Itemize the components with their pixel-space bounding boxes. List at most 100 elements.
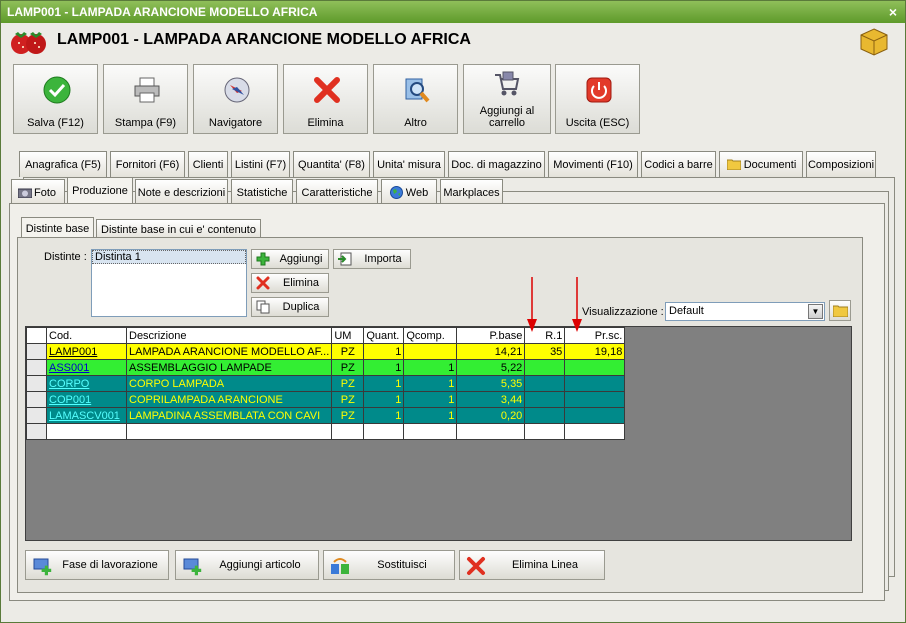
- cell-descrizione[interactable]: LAMPADINA ASSEMBLATA CON CAVI: [125, 407, 333, 424]
- col-quant[interactable]: Quant.: [363, 327, 405, 344]
- cell-r1[interactable]: [524, 391, 566, 408]
- navigator-button[interactable]: Navigatore: [193, 64, 278, 134]
- distinte-list[interactable]: Distinta 1: [91, 249, 247, 317]
- cell-cod[interactable]: ASS001: [46, 359, 127, 376]
- cell-pbase[interactable]: 3,44: [456, 391, 526, 408]
- tab-statistiche[interactable]: Statistiche: [231, 179, 293, 205]
- cell-um[interactable]: [331, 423, 365, 440]
- cell-um[interactable]: PZ: [331, 375, 365, 392]
- tab-composizioni[interactable]: Composizioni: [806, 151, 876, 177]
- cell-descrizione[interactable]: LAMPADA ARANCIONE MODELLO AF...: [125, 343, 333, 360]
- cell-qcomp[interactable]: 1: [403, 407, 458, 424]
- cell-qcomp[interactable]: 1: [403, 359, 458, 376]
- cell-prsc[interactable]: [564, 375, 626, 392]
- cell-quant[interactable]: 1: [363, 391, 405, 408]
- tab-produzione[interactable]: Produzione: [67, 177, 133, 205]
- cell-pbase[interactable]: 5,22: [456, 359, 526, 376]
- col-um[interactable]: UM: [331, 327, 365, 344]
- col-pbase[interactable]: P.base: [456, 327, 526, 344]
- cell-quant[interactable]: 1: [363, 375, 405, 392]
- exit-button[interactable]: Uscita (ESC): [555, 64, 640, 134]
- tab-fornitori[interactable]: Fornitori (F6): [110, 151, 185, 177]
- add-article-button[interactable]: Aggiungi articolo: [175, 550, 319, 580]
- cell-quant[interactable]: 1: [363, 359, 405, 376]
- table-row[interactable]: [26, 423, 626, 440]
- cell-descrizione[interactable]: ASSEMBLAGGIO LAMPADE: [125, 359, 333, 376]
- cell-quant[interactable]: 1: [363, 407, 405, 424]
- cell-r1[interactable]: [524, 423, 566, 440]
- cell-r1[interactable]: [524, 359, 566, 376]
- cell-r1[interactable]: [524, 375, 566, 392]
- delete-button[interactable]: Elimina: [283, 64, 368, 134]
- cell-quant[interactable]: [363, 423, 405, 440]
- col-cod[interactable]: Cod.: [46, 327, 127, 344]
- table-row[interactable]: COP001 COPRILAMPADA ARANCIONE PZ 1 1 3,44: [26, 391, 626, 408]
- tab-doc-magazzino[interactable]: Doc. di magazzino: [448, 151, 545, 177]
- table-row[interactable]: LAMP001 LAMPADA ARANCIONE MODELLO AF... PZ…: [26, 343, 626, 360]
- print-button[interactable]: Stampa (F9): [103, 64, 188, 134]
- tab-web[interactable]: Web: [381, 179, 437, 205]
- cell-prsc[interactable]: 19,18: [564, 343, 626, 360]
- fase-lavorazione-button[interactable]: Fase di lavorazione: [25, 550, 169, 580]
- open-folder-button[interactable]: [829, 300, 851, 321]
- cell-pbase[interactable]: 14,21: [456, 343, 526, 360]
- cell-prsc[interactable]: [564, 423, 626, 440]
- table-row[interactable]: ASS001 ASSEMBLAGGIO LAMPADE PZ 1 1 5,22: [26, 359, 626, 376]
- cell-qcomp[interactable]: 1: [403, 391, 458, 408]
- cell-descrizione[interactable]: [125, 423, 333, 440]
- tab-documenti[interactable]: Documenti: [719, 151, 803, 177]
- code-link[interactable]: CORPO: [49, 378, 89, 390]
- cell-prsc[interactable]: [564, 391, 626, 408]
- cell-pbase[interactable]: 5,35: [456, 375, 526, 392]
- cell-cod[interactable]: LAMP001: [46, 343, 127, 360]
- cell-quant[interactable]: 1: [363, 343, 405, 360]
- cell-um[interactable]: PZ: [331, 407, 365, 424]
- cell-qcomp[interactable]: [403, 343, 458, 360]
- distinta-grid[interactable]: Cod. Descrizione UM Quant. Qcomp. P.base…: [26, 327, 626, 440]
- list-item[interactable]: Distinta 1: [92, 250, 246, 264]
- tab-note-descrizioni[interactable]: Note e descrizioni: [135, 179, 228, 205]
- other-button[interactable]: Altro: [373, 64, 458, 134]
- cell-prsc[interactable]: [564, 359, 626, 376]
- cell-cod[interactable]: COP001: [46, 391, 127, 408]
- cell-qcomp[interactable]: [403, 423, 458, 440]
- tab-anagrafica[interactable]: Anagrafica (F5): [19, 151, 107, 177]
- tab-unita-misura[interactable]: Unita' misura: [373, 151, 445, 177]
- cell-um[interactable]: PZ: [331, 343, 365, 360]
- cell-r1[interactable]: [524, 407, 566, 424]
- tab-clienti[interactable]: Clienti: [188, 151, 228, 177]
- cell-descrizione[interactable]: CORPO LAMPADA: [125, 375, 333, 392]
- col-descrizione[interactable]: Descrizione: [125, 327, 333, 344]
- replace-button[interactable]: Sostituisci: [323, 550, 455, 580]
- cell-pbase[interactable]: 0,20: [456, 407, 526, 424]
- add-to-cart-button[interactable]: Aggiungi al carrello: [463, 64, 551, 134]
- tab-codici-barre[interactable]: Codici a barre: [641, 151, 716, 177]
- import-button[interactable]: Importa: [333, 249, 411, 269]
- add-distinta-button[interactable]: Aggiungi: [251, 249, 329, 269]
- tab-foto[interactable]: Foto: [11, 179, 65, 205]
- cell-cod[interactable]: [46, 423, 127, 440]
- cell-um[interactable]: PZ: [331, 391, 365, 408]
- code-link[interactable]: COP001: [49, 394, 91, 406]
- save-button[interactable]: Salva (F12): [13, 64, 98, 134]
- visualizzazione-select[interactable]: Default ▼: [665, 302, 825, 321]
- tab-markplaces[interactable]: Markplaces: [440, 179, 503, 205]
- tab-quantita[interactable]: Quantita' (F8): [293, 151, 370, 177]
- cell-um[interactable]: PZ: [331, 359, 365, 376]
- tab-distinte-contenuto[interactable]: Distinte base in cui e' contenuto: [96, 219, 261, 239]
- code-link[interactable]: LAMASCV001: [49, 410, 120, 422]
- cell-cod[interactable]: LAMASCV001: [46, 407, 127, 424]
- cell-prsc[interactable]: [564, 407, 626, 424]
- title-bar[interactable]: LAMP001 - LAMPADA ARANCIONE MODELLO AFRI…: [1, 1, 905, 23]
- cell-descrizione[interactable]: COPRILAMPADA ARANCIONE: [125, 391, 333, 408]
- code-link[interactable]: ASS001: [49, 362, 89, 374]
- cell-cod[interactable]: CORPO: [46, 375, 127, 392]
- tab-listini[interactable]: Listini (F7): [231, 151, 290, 177]
- cell-pbase[interactable]: [456, 423, 526, 440]
- delete-line-button[interactable]: Elimina Linea: [459, 550, 605, 580]
- duplicate-button[interactable]: Duplica: [251, 297, 329, 317]
- table-row[interactable]: CORPO CORPO LAMPADA PZ 1 1 5,35: [26, 375, 626, 392]
- table-row[interactable]: LAMASCV001 LAMPADINA ASSEMBLATA CON CAVI P…: [26, 407, 626, 424]
- tab-caratteristiche[interactable]: Caratteristiche: [296, 179, 378, 205]
- chevron-down-icon[interactable]: ▼: [808, 304, 823, 319]
